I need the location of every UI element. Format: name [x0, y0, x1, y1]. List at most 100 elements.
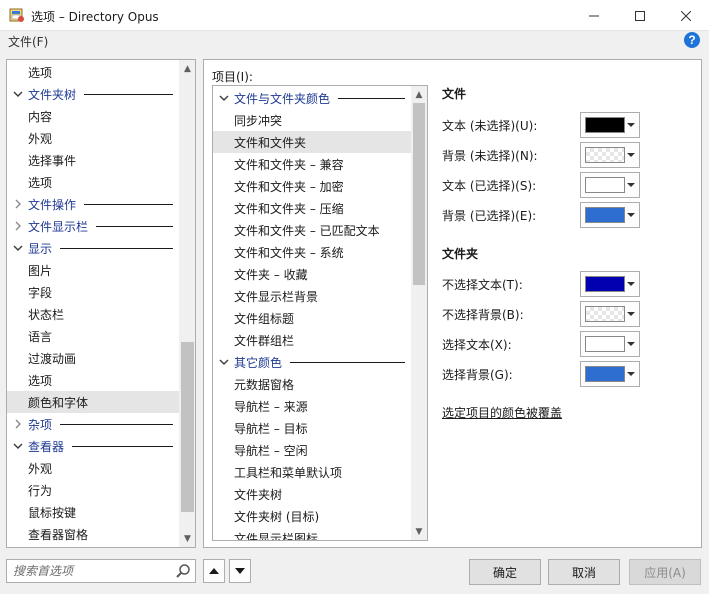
nav-item[interactable]: 语言: [7, 325, 179, 347]
items-item[interactable]: 文件和文件夹 – 已匹配文本: [213, 219, 411, 241]
nav-scroll-up-icon[interactable]: ▲: [179, 60, 195, 77]
items-item[interactable]: 文件显示栏背景: [213, 285, 411, 307]
nav-item[interactable]: 外观: [7, 457, 179, 479]
color-property-label: 文本 (已选择)(S):: [442, 179, 537, 193]
items-item[interactable]: 元数据窗格: [213, 373, 411, 395]
chevron-down-icon[interactable]: [12, 440, 24, 452]
items-scroll-down-icon[interactable]: ▼: [411, 523, 427, 540]
nav-scroll-thumb[interactable]: [181, 342, 194, 512]
nav-item[interactable]: 选择事件: [7, 149, 179, 171]
color-picker-button[interactable]: [580, 271, 640, 297]
chevron-right-icon[interactable]: [12, 198, 24, 210]
items-item[interactable]: 工具栏和菜单默认项: [213, 461, 411, 483]
chevron-down-icon[interactable]: [218, 356, 230, 368]
nav-item[interactable]: 查看器窗格: [7, 523, 179, 545]
items-item[interactable]: 文件夹树 (目标): [213, 505, 411, 527]
color-picker-button[interactable]: [580, 172, 640, 198]
move-down-button[interactable]: [229, 559, 251, 583]
nav-scrollbar[interactable]: ▲ ▼: [179, 60, 195, 547]
ok-button[interactable]: 确定: [469, 559, 541, 585]
search-icon[interactable]: [175, 563, 191, 579]
items-item[interactable]: 文件和文件夹: [213, 131, 411, 153]
search-preferences-box[interactable]: [6, 559, 196, 583]
apply-button[interactable]: 应用(A): [629, 559, 701, 585]
items-label: 导航栏 – 空闲: [234, 443, 308, 458]
nav-group[interactable]: 显示: [7, 237, 179, 259]
items-item[interactable]: 文件群组栏: [213, 329, 411, 351]
items-scroll-up-icon[interactable]: ▲: [411, 86, 427, 103]
nav-group[interactable]: 文件显示栏: [7, 215, 179, 237]
nav-item[interactable]: 选项: [7, 171, 179, 193]
nav-item[interactable]: 行为: [7, 479, 179, 501]
color-picker-button[interactable]: [580, 142, 640, 168]
minimize-button[interactable]: [571, 0, 617, 31]
chevron-right-icon[interactable]: [12, 418, 24, 430]
items-item[interactable]: 导航栏 – 目标: [213, 417, 411, 439]
color-picker-button[interactable]: [580, 331, 640, 357]
items-item[interactable]: 导航栏 – 来源: [213, 395, 411, 417]
items-label: 文件群组栏: [234, 333, 295, 348]
nav-item[interactable]: 选项: [7, 369, 179, 391]
items-label: 项目(I):: [212, 70, 253, 84]
search-input[interactable]: [13, 563, 173, 579]
items-label: 文件和文件夹 – 兼容: [234, 157, 344, 172]
items-item[interactable]: 文件和文件夹 – 系统: [213, 241, 411, 263]
nav-label: 状态栏: [28, 307, 65, 322]
color-swatch: [585, 336, 625, 352]
close-button[interactable]: [663, 0, 709, 31]
chevron-down-icon[interactable]: [12, 88, 24, 100]
move-up-button[interactable]: [203, 559, 225, 583]
items-scrollbar[interactable]: ▲ ▼: [411, 86, 427, 540]
nav-item[interactable]: 颜色和字体: [7, 391, 179, 413]
items-item[interactable]: 文件和文件夹 – 加密: [213, 175, 411, 197]
chevron-right-icon[interactable]: [12, 220, 24, 232]
nav-label: 文件夹树: [28, 87, 77, 102]
color-property-label: 不选择背景(B):: [442, 308, 524, 322]
triangle-up-icon: [209, 568, 219, 574]
group-divider: [338, 98, 405, 99]
nav-item[interactable]: 外观: [7, 127, 179, 149]
nav-item[interactable]: 过渡动画: [7, 347, 179, 369]
chevron-down-icon[interactable]: [12, 242, 24, 254]
items-item[interactable]: 导航栏 – 空闲: [213, 439, 411, 461]
nav-group[interactable]: 文件操作: [7, 193, 179, 215]
nav-item[interactable]: 状态栏: [7, 303, 179, 325]
override-note-link[interactable]: 选定项目的颜色被覆盖: [442, 404, 562, 421]
items-group[interactable]: 文件与文件夹颜色: [213, 87, 411, 109]
maximize-button[interactable]: [617, 0, 663, 31]
cancel-button[interactable]: 取消: [548, 559, 620, 585]
nav-item[interactable]: 字段: [7, 281, 179, 303]
items-item[interactable]: 文件显示栏图标: [213, 527, 411, 541]
color-picker-button[interactable]: [580, 301, 640, 327]
color-picker-button[interactable]: [580, 112, 640, 138]
nav-item[interactable]: 图片: [7, 259, 179, 281]
nav-item[interactable]: 内容: [7, 105, 179, 127]
color-picker-button[interactable]: [580, 202, 640, 228]
nav-item[interactable]: 选项: [7, 61, 179, 83]
items-item[interactable]: 文件和文件夹 – 兼容: [213, 153, 411, 175]
nav-item[interactable]: 鼠标按键: [7, 501, 179, 523]
section-title: 文件: [442, 87, 467, 101]
color-picker-button[interactable]: [580, 361, 640, 387]
items-scroll-thumb[interactable]: [413, 103, 425, 285]
items-item[interactable]: 同步冲突: [213, 109, 411, 131]
nav-group[interactable]: 文件夹树: [7, 83, 179, 105]
menu-file[interactable]: 文件(F): [8, 33, 48, 50]
nav-group[interactable]: 杂项: [7, 413, 179, 435]
color-swatch: [585, 117, 625, 133]
items-list[interactable]: ▲ ▼ 文件与文件夹颜色 同步冲突 文件和文件夹文件和文件夹 – 兼容文件和文件夹 …: [212, 85, 428, 541]
chevron-down-icon[interactable]: [218, 92, 230, 104]
help-icon[interactable]: ?: [684, 32, 700, 48]
color-swatch: [585, 276, 625, 292]
items-item[interactable]: 文件夹 – 收藏: [213, 263, 411, 285]
items-item[interactable]: 文件夹树: [213, 483, 411, 505]
items-item[interactable]: 文件和文件夹 – 压缩: [213, 197, 411, 219]
dropdown-arrow-icon: [627, 282, 635, 286]
nav-scroll-down-icon[interactable]: ▼: [179, 530, 195, 547]
items-label: 其它颜色: [234, 355, 283, 370]
items-item[interactable]: 文件组标题: [213, 307, 411, 329]
nav-group[interactable]: 查看器: [7, 435, 179, 457]
items-group[interactable]: 其它颜色: [213, 351, 411, 373]
items-label: 文件夹树: [234, 487, 283, 502]
options-nav-tree[interactable]: ▲ ▼ 选项 文件夹树 内容 外观 选择事件 选项 文件操作 文件显示栏 显示 图片 字段 状态栏 语言…: [6, 59, 196, 548]
